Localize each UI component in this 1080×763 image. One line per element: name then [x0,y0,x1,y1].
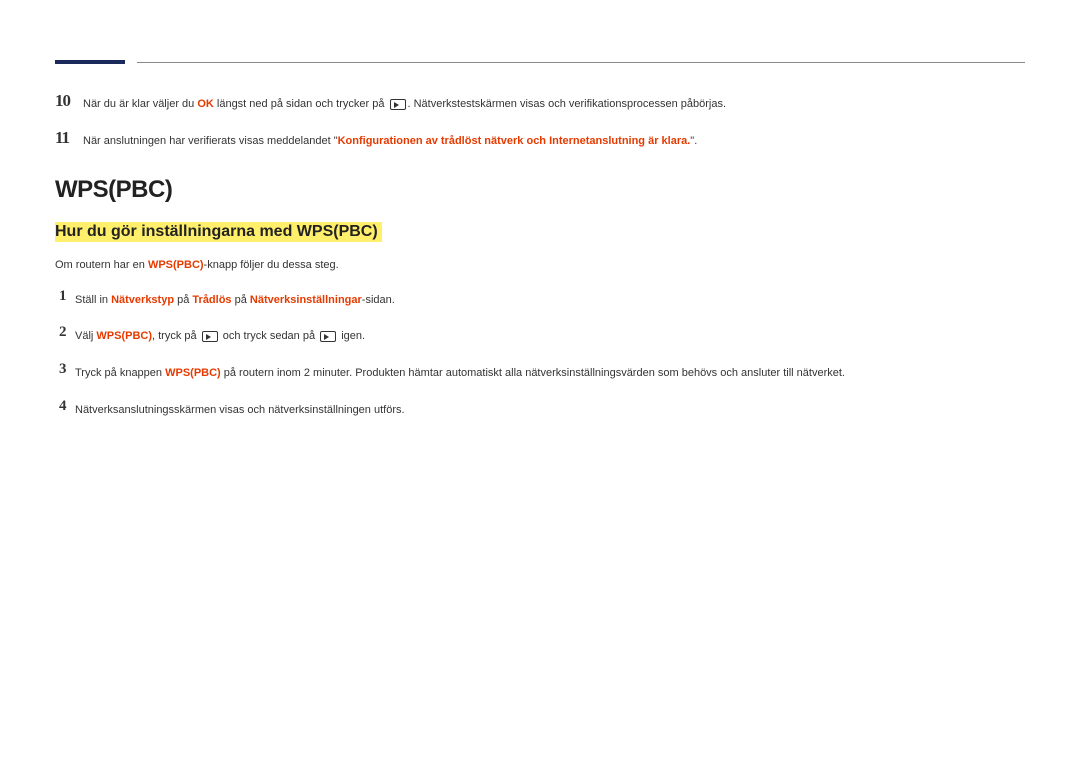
enter-icon [390,99,406,110]
step-number: 10 [55,92,83,111]
step-item: 1 Ställ in Nätverkstyp på Trådlös på Nät… [55,288,1025,311]
step-text: När du är klar väljer du OK längst ned p… [83,92,726,115]
header-divider [55,60,1025,64]
step-item: 11 När anslutningen har verifierats visa… [55,129,1025,152]
step-list-top: 10 När du är klar väljer du OK längst ne… [55,92,1025,152]
step-text: Ställ in Nätverkstyp på Trådlös på Nätve… [75,288,395,311]
step-number: 2 [55,324,75,341]
intro-text: Om routern har en WPS(PBC)-knapp följer … [55,256,1025,276]
step-item: 2 Välj WPS(PBC), tryck på och tryck seda… [55,324,1025,347]
section-title: WPS(PBC) [55,176,1025,204]
step-number: 11 [55,129,83,148]
step-number: 3 [55,361,75,378]
step-text: Nätverksanslutningsskärmen visas och nät… [75,398,405,421]
subsection-title: Hur du gör inställningarna med WPS(PBC) [55,222,382,242]
step-text: Välj WPS(PBC), tryck på och tryck sedan … [75,324,365,347]
step-item: 10 När du är klar väljer du OK längst ne… [55,92,1025,115]
step-text: Tryck på knappen WPS(PBC) på routern ino… [75,361,845,384]
step-number: 4 [55,398,75,415]
step-list-bottom: 1 Ställ in Nätverkstyp på Trådlös på Nät… [55,288,1025,422]
step-number: 1 [55,288,75,305]
step-item: 3 Tryck på knappen WPS(PBC) på routern i… [55,361,1025,384]
enter-icon [320,331,336,342]
step-text: När anslutningen har verifierats visas m… [83,129,697,152]
header-divider-thick [55,60,125,64]
header-divider-thin [137,62,1025,63]
enter-icon [202,331,218,342]
step-item: 4 Nätverksanslutningsskärmen visas och n… [55,398,1025,421]
